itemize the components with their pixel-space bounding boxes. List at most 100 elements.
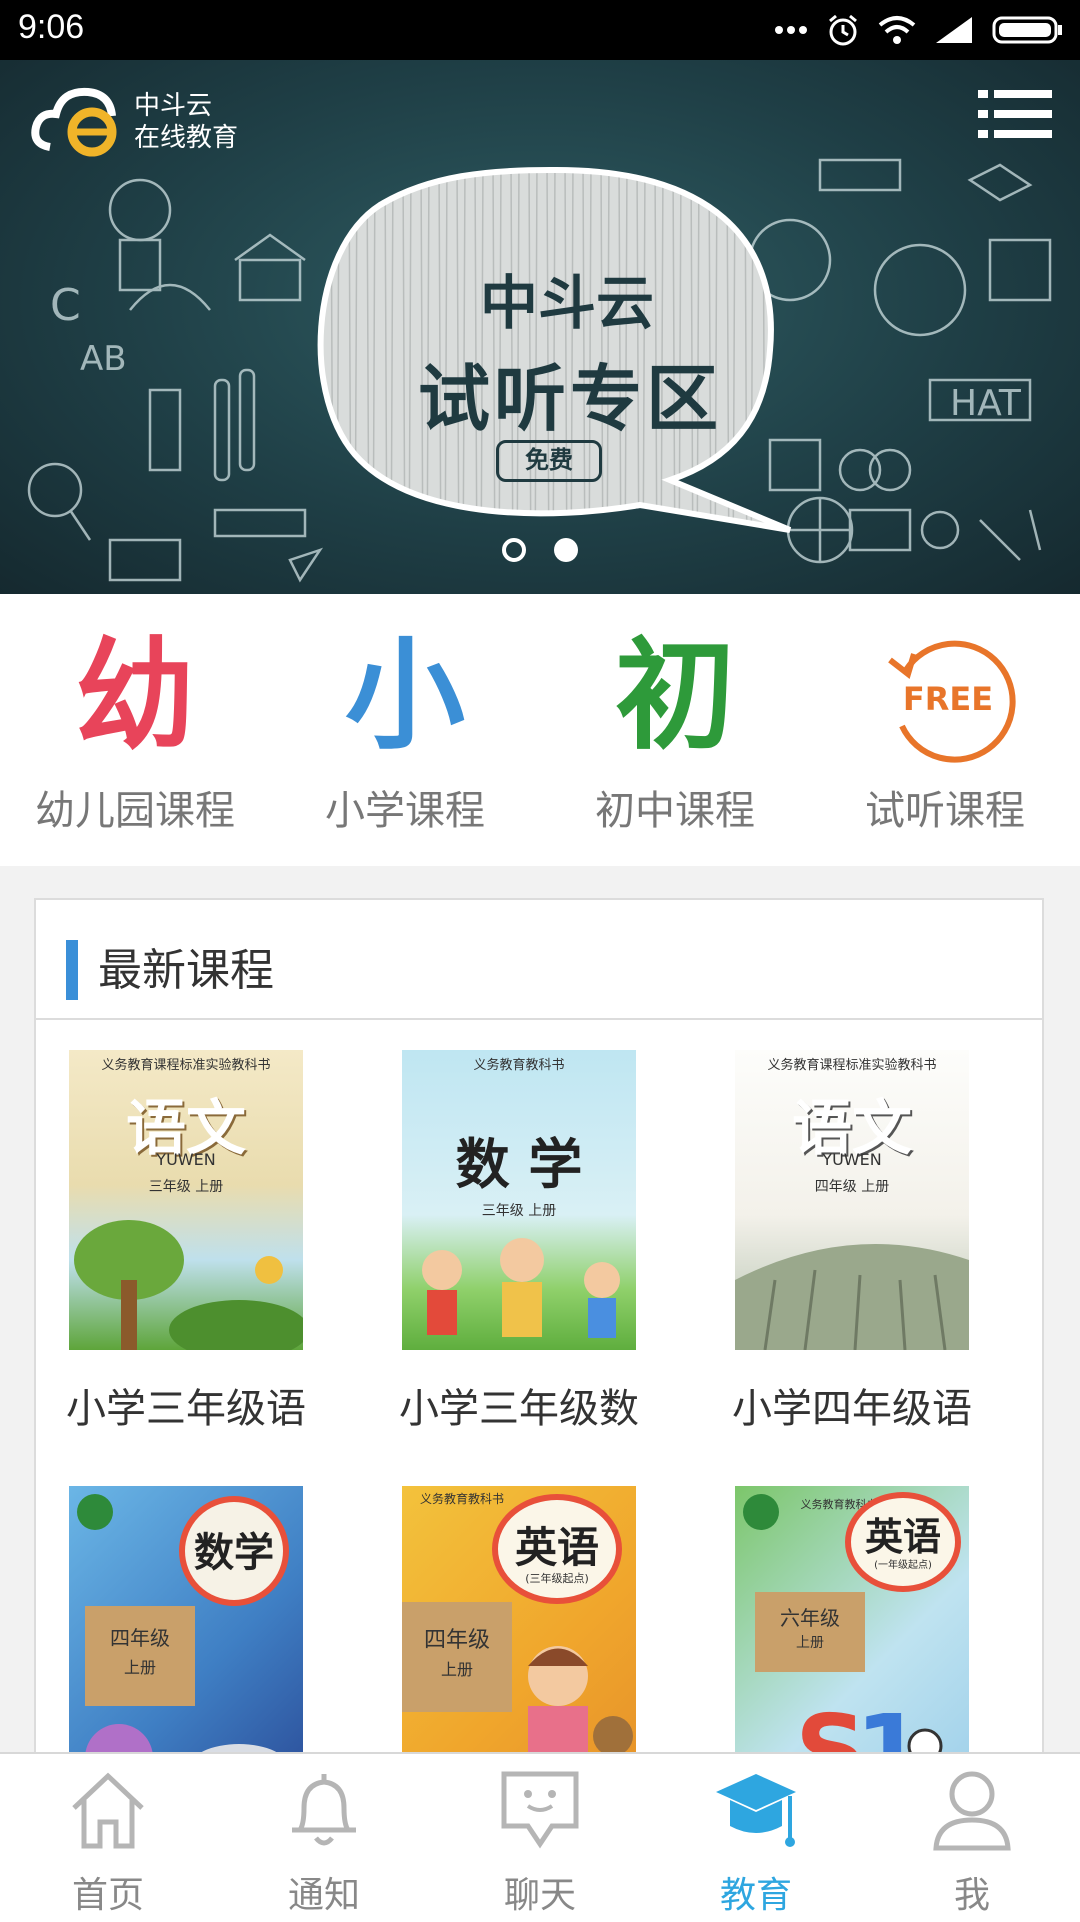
cover-volume: 上册 [796,1635,824,1651]
primary-glyph: 小 [345,627,465,766]
cover-header: 义务教育课程标准实验教科书 [767,1058,937,1073]
bottom-tab-bar: 首页 通知 聊天 教育 我 [0,1752,1080,1922]
category-trial[interactable]: FREE 试听课程 [810,594,1080,866]
cover-title: 英语 [514,1523,599,1572]
graduation-cap-icon [716,1774,796,1847]
cover-title: 英语 [864,1514,941,1559]
logo-line2: 在线教育 [134,123,239,153]
alarm-icon [829,14,857,46]
course-cover: 数学 四年级 上册 [69,1486,303,1756]
user-icon [933,1771,1011,1851]
logo-line1: 中斗云 [134,91,213,121]
course-name: 小学四年级语 [732,1386,972,1432]
cover-grade: 三年级 上册 [148,1179,224,1195]
category-label: 幼儿园课程 [35,788,235,834]
carousel-indicator [0,538,1080,562]
bubble-brand: 中斗云 [479,269,654,337]
course-card[interactable]: 义务教育课程标准实验教科书 语文 YUWEN 三年级 上册 小学三年级语 [36,1050,336,1434]
cover-header: 义务教育课程标准实验教科书 [101,1058,271,1073]
course-cover: 义务教育课程标准实验教科书 语文 YUWEN 四年级 上册 [735,1050,969,1350]
category-primary[interactable]: 小 小学课程 [270,594,540,866]
status-bar: 9:06 [0,0,1080,60]
cover-subtitle: (三年级起点) [525,1572,589,1585]
section-accent-bar [66,940,78,1000]
carousel-dot-2[interactable] [554,538,578,562]
section-header: 最新课程 [36,900,1042,1020]
battery-icon [992,16,1062,44]
banyan-illustration [735,1244,969,1350]
status-time: 9:06 [18,8,85,46]
latest-courses-panel: 最新课程 义务教育课程标准实验教科书 语文 YUWEN 三年级 上册 小学三年级… [34,898,1044,1758]
tab-label: 我 [953,1875,990,1916]
cover-grade: 六年级 [780,1606,840,1630]
tab-label: 聊天 [503,1875,576,1916]
course-card[interactable]: 义务教育教科书 英语 (一年级起点) 六年级 上册 S1 [702,1486,1002,1756]
cover-title: 数 学 [455,1132,583,1196]
category-label: 初中课程 [595,788,755,834]
category-label: 试听课程 [865,788,1025,834]
course-cover: 义务教育课程标准实验教科书 语文 YUWEN 三年级 上册 [69,1050,303,1350]
cover-subtitle: YUWEN [156,1150,216,1169]
tab-home[interactable]: 首页 [0,1754,216,1922]
cover-grade: 四年级 [423,1628,490,1653]
course-card[interactable]: 义务教育教科书 数 学 三年级 上册 小学三年级数 [369,1050,669,1434]
tab-label: 教育 [719,1875,792,1916]
letters-illustration: S1 [795,1693,943,1756]
section-title: 最新课程 [98,945,274,996]
tab-label: 通知 [287,1875,360,1916]
girl-reading-illustration [528,1646,633,1756]
category-label: 小学课程 [325,788,485,834]
tab-label: 首页 [71,1875,144,1916]
status-icons [774,10,1064,50]
course-name: 小学三年级语 [66,1386,306,1432]
wifi-icon [878,16,916,44]
chalk-doodles-left: C AB [27,178,324,583]
menu-icon[interactable] [978,88,1052,154]
course-card[interactable]: 数学 四年级 上册 [36,1486,336,1756]
tab-me[interactable]: 我 [864,1754,1080,1922]
course-card[interactable]: 义务教育课程标准实验教科书 语文 YUWEN 四年级 上册 小学四年级语 [702,1050,1002,1434]
home-icon [72,1772,144,1849]
brand-logo: 中斗云 在线教育 [30,82,238,162]
category-shortcuts: 幼 幼儿园课程 小 小学课程 初 初中课程 FREE 试听课程 [0,594,1080,866]
course-cover: 义务教育教科书 数 学 三年级 上册 [402,1050,636,1350]
course-card[interactable]: 义务教育教科书 英语 (三年级起点) 四年级 上册 [369,1486,669,1756]
cover-grade: 三年级 上册 [481,1203,557,1219]
tab-notifications[interactable]: 通知 [216,1754,432,1922]
kindergarten-glyph: 幼 [75,627,195,766]
signal-icon [936,17,972,43]
chat-icon [501,1771,579,1849]
svg-text:C: C [50,280,81,331]
cover-subtitle: YUWEN [822,1150,882,1169]
publisher-badge-icon [77,1494,113,1530]
category-junior-high[interactable]: 初 初中课程 [540,594,810,866]
cloud-e-logo-icon [31,87,117,157]
bell-icon [292,1774,356,1846]
speech-bubble: 中斗云 试听专区 免费 [310,160,810,590]
free-text: FREE [903,680,993,718]
svg-text:AB: AB [80,339,127,379]
carousel-dot-1[interactable] [502,538,526,562]
cover-grade: 四年级 [110,1626,170,1650]
cover-header: 义务教育教科书 [419,1492,504,1506]
children-illustration [422,1238,620,1338]
course-cover: 义务教育教科书 英语 (一年级起点) 六年级 上册 S1 [735,1486,969,1756]
cover-volume: 上册 [123,1658,156,1677]
free-trial-icon: FREE [888,640,1016,763]
flower-illustration [85,1724,283,1756]
free-tag: 免费 [496,440,602,482]
cover-header: 义务教育教科书 [473,1058,565,1073]
more-dots-icon [775,26,807,34]
publisher-badge-icon [743,1494,779,1530]
tab-chat[interactable]: 聊天 [432,1754,648,1922]
course-cover: 义务教育教科书 英语 (三年级起点) 四年级 上册 [402,1486,636,1756]
cover-grade: 四年级 上册 [814,1179,890,1195]
promo-banner[interactable]: C AB HAT 中斗云 在线教育 中斗云 试听专区 免费 [0,60,1080,594]
bubble-title: 试听专区 [417,356,722,441]
cover-volume: 上册 [440,1660,473,1679]
course-name: 小学三年级数 [399,1386,639,1432]
category-kindergarten[interactable]: 幼 幼儿园课程 [0,594,270,866]
cover-subtitle: (一年级起点) [874,1560,932,1571]
tree-illustration [74,1220,303,1350]
tab-education[interactable]: 教育 [648,1754,864,1922]
